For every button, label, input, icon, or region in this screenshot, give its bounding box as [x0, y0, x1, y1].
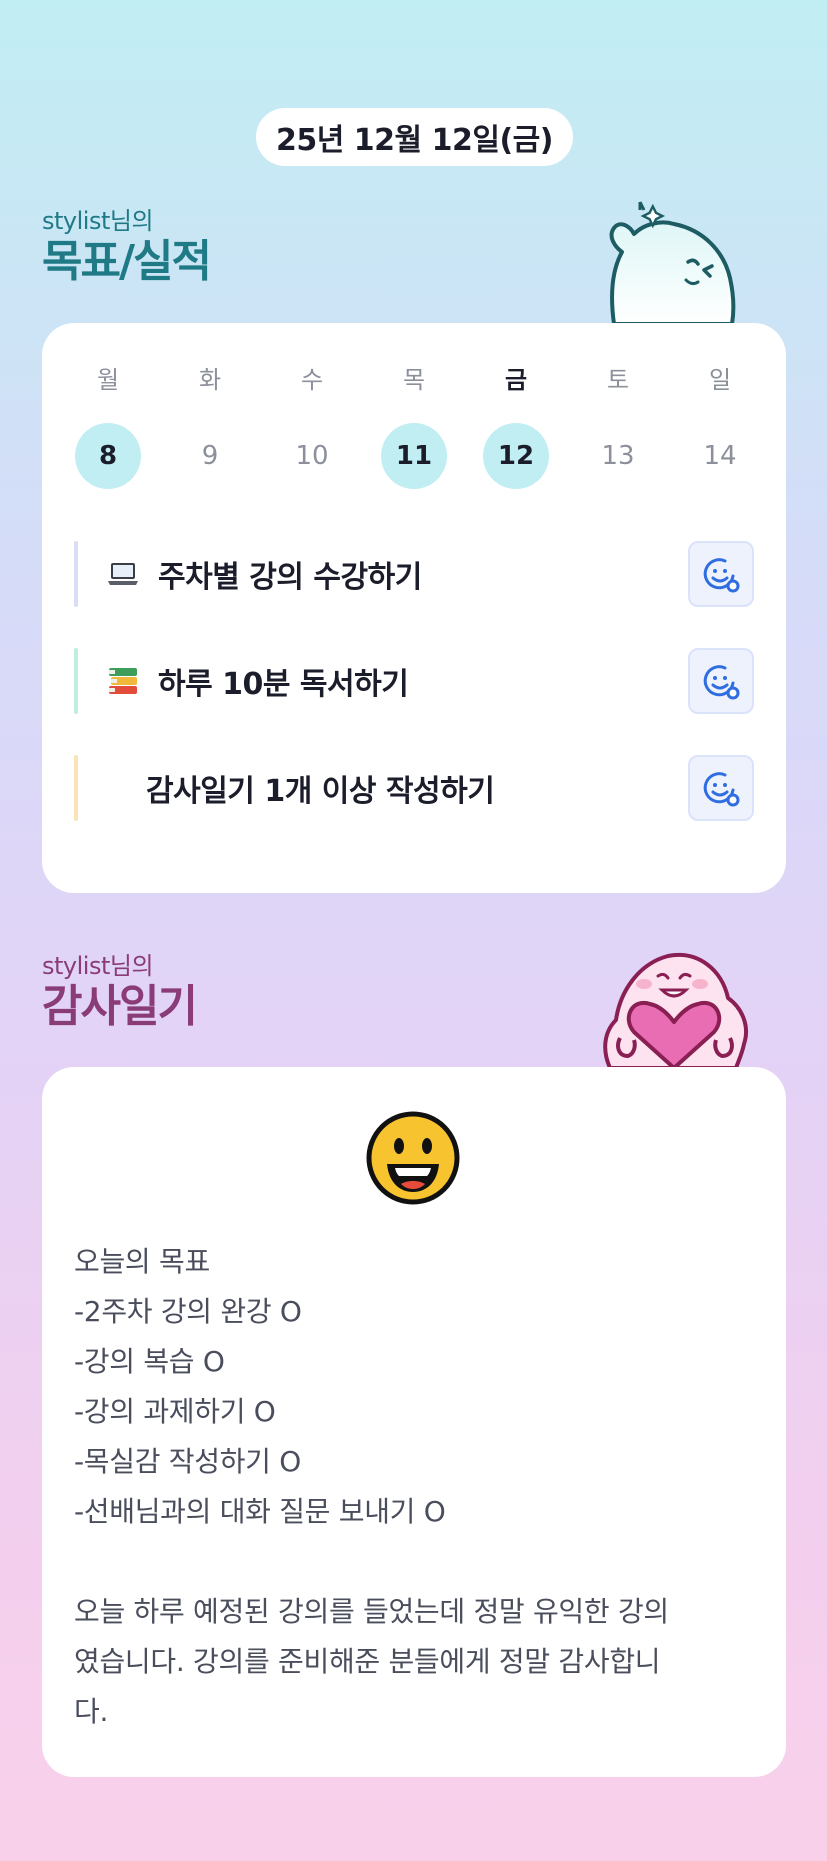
task-reaction-button[interactable]	[688, 541, 754, 607]
gratitude-section-header: stylist님의 감사일기	[42, 951, 198, 1033]
gratitude-subtitle: stylist님의	[42, 952, 154, 980]
day-number-today[interactable]: 12	[483, 423, 549, 489]
day-label: 수	[300, 366, 324, 394]
day-number[interactable]: 8	[75, 423, 141, 489]
ghost-mascot-icon	[609, 201, 736, 324]
task-color-bar	[74, 755, 78, 821]
week-calendar: 월 8 화 9 수 10 목 11 금 12 토 13 일 14	[74, 365, 754, 489]
heart-mascot-icon	[603, 952, 748, 1068]
smile-add-icon	[703, 772, 740, 807]
task-text: 감사일기 1개 이상 작성하기	[146, 774, 495, 809]
goals-card: 월 8 화 9 수 10 목 11 금 12 토 13 일 14 주차별 강의 …	[42, 323, 786, 893]
task-reaction-button[interactable]	[688, 755, 754, 821]
goals-subtitle: stylist님의	[42, 207, 154, 235]
laptop-icon	[108, 563, 138, 585]
day-label: 화	[198, 366, 222, 394]
task-reaction-button[interactable]	[688, 648, 754, 714]
day-tue[interactable]: 화 9	[176, 365, 244, 489]
day-label-today: 금	[504, 366, 528, 394]
day-label: 월	[96, 366, 120, 394]
books-icon	[109, 668, 137, 694]
day-label: 목	[402, 366, 426, 394]
task-color-bar	[74, 648, 78, 714]
goals-title: 목표/실적	[42, 236, 212, 287]
day-sun[interactable]: 일 14	[686, 365, 754, 489]
task-color-bar	[74, 541, 78, 607]
gratitude-title: 감사일기	[42, 981, 198, 1032]
day-label: 토	[606, 366, 630, 394]
task-text: 하루 10분 독서하기	[158, 667, 409, 702]
day-mon[interactable]: 월 8	[74, 365, 142, 489]
day-thu[interactable]: 목 11	[380, 365, 448, 489]
gratitude-diary-card: 오늘의 목표 -2주차 강의 완강 O -강의 복습 O -강의 과제하기 O …	[42, 1067, 786, 1777]
day-number[interactable]: 10	[279, 423, 345, 489]
task-text: 주차별 강의 수강하기	[158, 560, 422, 595]
day-number[interactable]: 14	[687, 423, 753, 489]
task-item[interactable]: 감사일기 1개 이상 작성하기	[74, 755, 754, 821]
day-fri[interactable]: 금 12	[482, 365, 550, 489]
day-number[interactable]: 13	[585, 423, 651, 489]
goals-section-header: stylist님의 목표/실적	[42, 206, 212, 288]
task-item[interactable]: 하루 10분 독서하기	[74, 648, 754, 714]
day-label: 일	[708, 366, 732, 394]
day-sat[interactable]: 토 13	[584, 365, 652, 489]
day-wed[interactable]: 수 10	[278, 365, 346, 489]
task-item[interactable]: 주차별 강의 수강하기	[74, 541, 754, 607]
smile-add-icon	[703, 665, 740, 700]
date-pill[interactable]: 25년 12월 12일(금)	[256, 108, 573, 166]
diary-text: 오늘의 목표 -2주차 강의 완강 O -강의 복습 O -강의 과제하기 O …	[74, 1245, 669, 1728]
day-number[interactable]: 9	[177, 423, 243, 489]
day-number[interactable]: 11	[381, 423, 447, 489]
smile-add-icon	[703, 558, 740, 593]
grinning-face-icon	[366, 1111, 460, 1205]
